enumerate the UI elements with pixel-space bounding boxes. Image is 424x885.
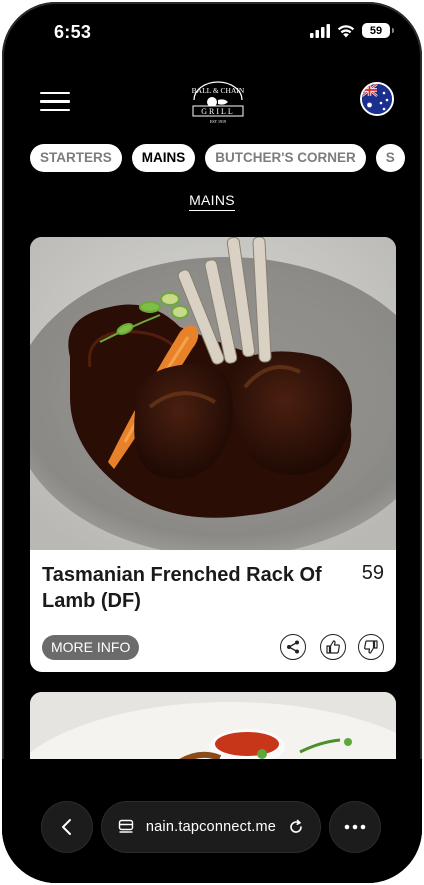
australia-flag-icon[interactable] bbox=[360, 82, 394, 116]
hamburger-menu-icon[interactable] bbox=[40, 92, 70, 112]
url-text: nain.tapconnect.me bbox=[145, 819, 277, 835]
tab-mains[interactable]: MAINS bbox=[131, 144, 196, 172]
tab-next[interactable]: S bbox=[375, 144, 405, 172]
status-icons: 59 bbox=[310, 23, 394, 38]
svg-text:GRILL: GRILL bbox=[201, 107, 235, 116]
dish-price: 59 bbox=[361, 562, 384, 584]
status-bar: 6:53 59 bbox=[2, 2, 422, 62]
section-title-text: MAINS bbox=[189, 192, 235, 211]
battery-indicator: 59 bbox=[362, 23, 394, 38]
dish-photo bbox=[30, 237, 396, 550]
reload-icon[interactable] bbox=[288, 819, 304, 835]
svg-text:EST 1919: EST 1919 bbox=[210, 119, 226, 124]
cellular-signal-icon bbox=[310, 23, 330, 38]
thumbs-down-icon[interactable] bbox=[358, 634, 384, 660]
wifi-icon bbox=[337, 24, 355, 37]
more-info-button[interactable]: MORE INFO bbox=[42, 635, 140, 660]
tabs-icon[interactable] bbox=[118, 819, 134, 835]
restaurant-logo[interactable]: BALL & CHAIN GRILL EST 1919 bbox=[188, 78, 248, 126]
url-bar[interactable]: nain.tapconnect.me bbox=[102, 802, 320, 852]
status-time: 6:53 bbox=[54, 22, 92, 42]
back-icon[interactable] bbox=[42, 802, 92, 852]
dish-name: Tasmanian Frenched Rack Of Lamb (DF) bbox=[42, 564, 322, 612]
battery-level: 59 bbox=[369, 24, 383, 37]
svg-text:BALL & CHAIN: BALL & CHAIN bbox=[192, 86, 245, 95]
thumbs-up-icon[interactable] bbox=[320, 634, 346, 660]
menu-item-card[interactable]: Tasmanian Frenched Rack Of Lamb (DF) 59 … bbox=[30, 237, 396, 672]
tab-starters[interactable]: STARTERS bbox=[30, 144, 122, 172]
tab-butchers-corner[interactable]: BUTCHER'S CORNER bbox=[205, 144, 366, 172]
phone-screen: 6:53 59 BALL & CHAIN GRILL EST 1919 STAR… bbox=[2, 2, 422, 883]
category-tabs: STARTERS MAINS BUTCHER'S CORNER S bbox=[30, 144, 422, 176]
app-header: BALL & CHAIN GRILL EST 1919 bbox=[2, 72, 422, 132]
share-icon[interactable] bbox=[280, 634, 306, 660]
section-title: MAINS bbox=[2, 192, 422, 211]
more-icon[interactable] bbox=[330, 802, 380, 852]
